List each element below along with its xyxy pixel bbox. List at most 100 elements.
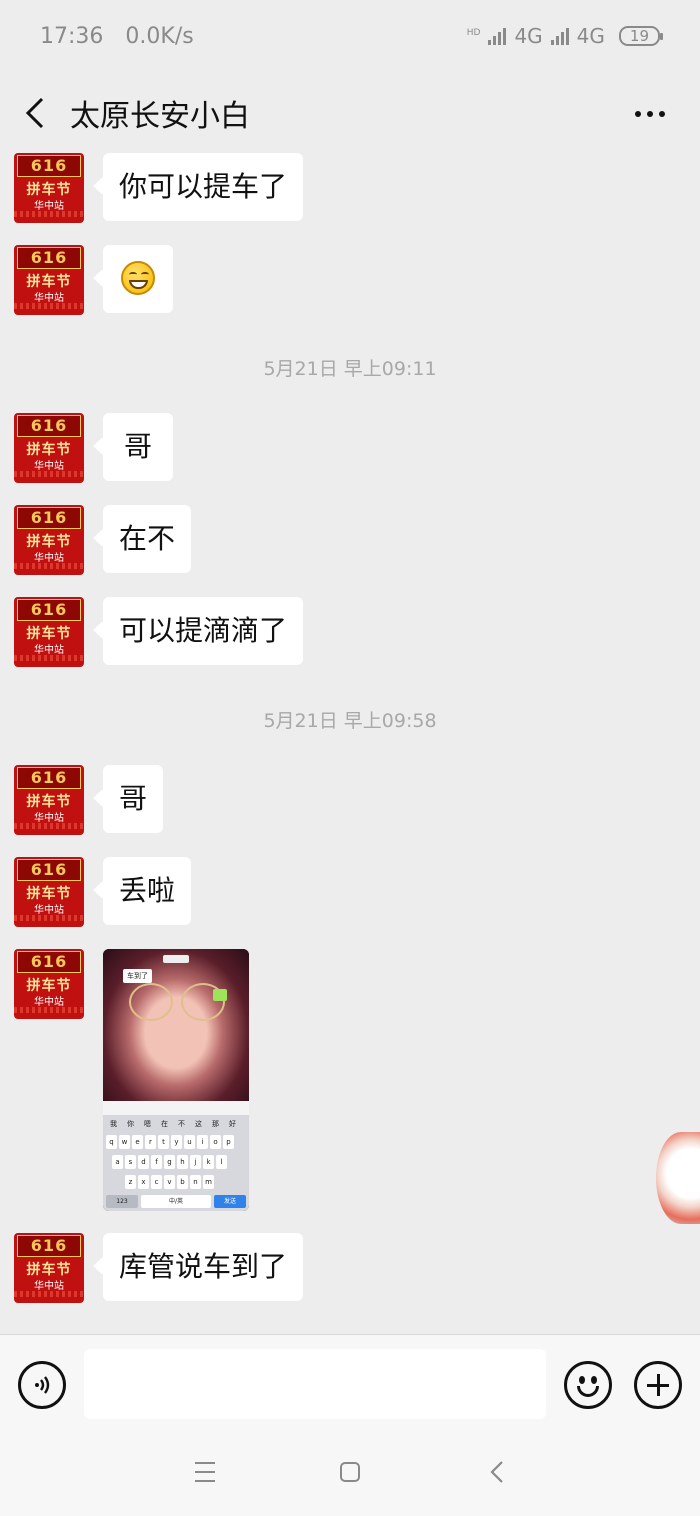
- floating-sticker[interactable]: [656, 1132, 700, 1224]
- keyboard-row: zxcvbnm: [125, 1175, 214, 1189]
- keyboard-key: c: [151, 1175, 162, 1189]
- keyboard-key: g: [164, 1155, 175, 1169]
- more-dots-icon: [647, 111, 653, 117]
- avatar-text: 拼车节: [26, 626, 72, 642]
- chevron-left-icon: [25, 97, 44, 129]
- avatar-text: 拼车节: [26, 886, 72, 902]
- avatar[interactable]: 616 拼车节 华中站: [14, 949, 84, 1019]
- menu-icon[interactable]: [195, 1462, 215, 1482]
- voice-button[interactable]: [18, 1361, 66, 1409]
- keyboard-row: asdfghjkl: [112, 1155, 227, 1169]
- back-button[interactable]: [0, 72, 70, 154]
- photo-thumbnail: 车到了: [103, 949, 249, 1101]
- keyboard-screenshot: 我 你 嗯 在 不 这 那 好 qwertyuiop asdfghjkl zxcvbnm 12…: [103, 1101, 249, 1211]
- avatar-subtext: 华中站: [34, 905, 64, 916]
- message-bubble[interactable]: [93, 245, 173, 313]
- message-bubble[interactable]: 库管说车到了: [92, 1233, 304, 1301]
- plus-button[interactable]: [634, 1361, 682, 1409]
- avatar-decoration: [14, 1291, 84, 1297]
- network-type-2: 4G: [576, 24, 605, 48]
- keyboard-key: d: [138, 1155, 149, 1169]
- message-bubble[interactable]: 哥: [93, 413, 173, 481]
- keyboard-key: s: [125, 1155, 136, 1169]
- keyboard-key: v: [164, 1175, 175, 1189]
- avatar-subtext: 华中站: [34, 461, 64, 472]
- keyboard-space-key: 中/英: [141, 1195, 211, 1208]
- signal-icon: [488, 27, 507, 45]
- avatar-subtext: 华中站: [34, 293, 64, 304]
- avatar-text: 拼车节: [26, 274, 72, 290]
- status-bar: 17:36 0.0K/s HD 4G 4G 19: [0, 0, 700, 72]
- message-bubble[interactable]: 你可以提车了: [92, 153, 304, 221]
- avatar-subtext: 华中站: [34, 201, 64, 212]
- avatar-badge: 616: [17, 951, 81, 973]
- smiley-icon-mouth: [577, 1386, 599, 1397]
- back-icon[interactable]: [488, 1460, 508, 1484]
- message-bubble[interactable]: 丢啦: [92, 857, 192, 925]
- keyboard-key: 在: [161, 1120, 168, 1128]
- grinning-face-icon: [121, 261, 155, 295]
- keyboard-key: z: [125, 1175, 136, 1189]
- avatar-badge: 616: [17, 859, 81, 881]
- network-type-1: 4G: [514, 24, 543, 48]
- avatar-text: 拼车节: [26, 978, 72, 994]
- more-button[interactable]: [630, 94, 670, 134]
- avatar-subtext: 华中站: [34, 1281, 64, 1292]
- avatar-decoration: [14, 211, 84, 217]
- avatar[interactable]: 616 拼车节 华中站: [14, 245, 84, 315]
- photo-header: [163, 955, 189, 963]
- avatar[interactable]: 616 拼车节 华中站: [14, 413, 84, 483]
- input-bar: [0, 1334, 700, 1432]
- home-icon[interactable]: [340, 1462, 360, 1482]
- timestamp: 5月21日 早上09:11: [263, 358, 437, 380]
- keyboard-key: 好: [229, 1120, 236, 1128]
- glasses-lens: [129, 983, 173, 1021]
- keyboard-row: qwertyuiop: [106, 1135, 234, 1149]
- keyboard-key: 那: [212, 1120, 219, 1128]
- avatar[interactable]: 616 拼车节 华中站: [14, 153, 84, 223]
- more-dots-icon: [659, 111, 665, 117]
- keyboard-key: i: [197, 1135, 208, 1149]
- avatar-text: 拼车节: [26, 534, 72, 550]
- status-right: HD 4G 4G 19: [467, 24, 664, 48]
- keyboard-key: u: [184, 1135, 195, 1149]
- avatar[interactable]: 616 拼车节 华中站: [14, 505, 84, 575]
- message-bubble[interactable]: 哥: [92, 765, 164, 833]
- keyboard-key: l: [216, 1155, 227, 1169]
- avatar-decoration: [14, 1007, 84, 1013]
- keyboard-key: 这: [195, 1120, 202, 1128]
- avatar-subtext: 华中站: [34, 997, 64, 1008]
- keyboard-key: f: [151, 1155, 162, 1169]
- status-time: 17:36: [40, 23, 104, 49]
- avatar-badge: 616: [17, 155, 81, 177]
- avatar[interactable]: 616 拼车节 华中站: [14, 857, 84, 927]
- message-bubble[interactable]: 可以提滴滴了: [92, 597, 304, 665]
- avatar[interactable]: 616 拼车节 华中站: [14, 1233, 84, 1303]
- keyboard-key: o: [210, 1135, 221, 1149]
- keyboard-row: 我你嗯在不这那好: [106, 1117, 240, 1131]
- keyboard-key: e: [132, 1135, 143, 1149]
- avatar-decoration: [14, 655, 84, 661]
- emoji-button[interactable]: [564, 1361, 612, 1409]
- avatar-badge: 616: [17, 767, 81, 789]
- avatar[interactable]: 616 拼车节 华中站: [14, 597, 84, 667]
- message-input[interactable]: [84, 1349, 546, 1419]
- avatar-subtext: 华中站: [34, 553, 64, 564]
- message-bubble[interactable]: 在不: [92, 505, 192, 573]
- avatar-subtext: 华中站: [34, 813, 64, 824]
- photo-chip-green: [213, 989, 227, 1001]
- chat-title: 太原长安小白: [70, 99, 250, 134]
- keyboard-key: t: [158, 1135, 169, 1149]
- chat-header: 太原长安小白: [0, 72, 700, 154]
- avatar[interactable]: 616 拼车节 华中站: [14, 765, 84, 835]
- more-dots-icon: [635, 111, 641, 117]
- keyboard-key: 我: [110, 1120, 117, 1128]
- avatar-badge: 616: [17, 507, 81, 529]
- avatar-badge: 616: [17, 247, 81, 269]
- keyboard-key: q: [106, 1135, 117, 1149]
- image-message[interactable]: 车到了 我 你 嗯 在 不 这 那 好 qwertyuiop asdfghjkl zxcvbn…: [103, 949, 249, 1211]
- status-left: 17:36 0.0K/s: [40, 24, 194, 49]
- keyboard-key: h: [177, 1155, 188, 1169]
- timestamp: 5月21日 早上09:58: [263, 710, 437, 732]
- keyboard-key: x: [138, 1175, 149, 1189]
